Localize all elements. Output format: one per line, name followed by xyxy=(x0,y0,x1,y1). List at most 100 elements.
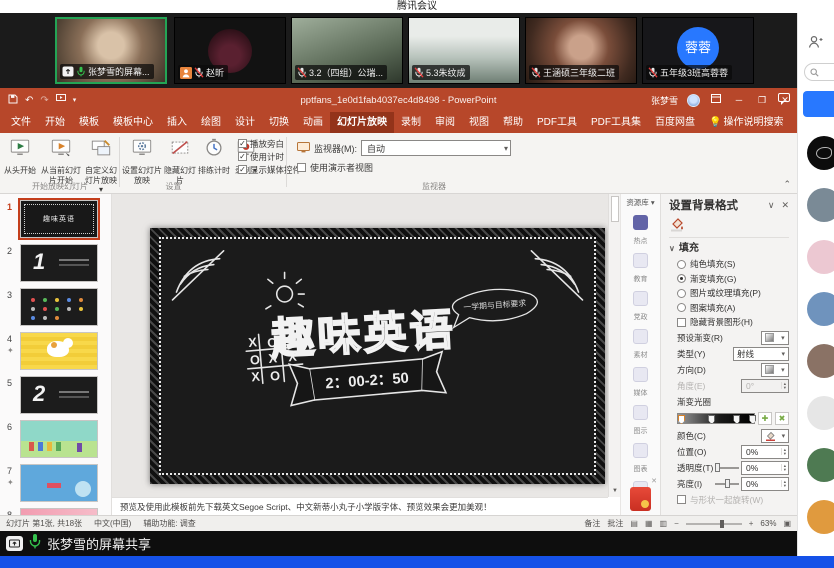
slide-thumbnail[interactable] xyxy=(20,464,98,502)
participant-avatar[interactable] xyxy=(807,344,834,378)
resource-item-5[interactable]: 图示 xyxy=(621,405,660,436)
participant-tile[interactable]: 5.3朱纹成 xyxy=(408,17,520,84)
participant-avatar[interactable] xyxy=(807,396,834,430)
notes-bar[interactable]: 预览及使用此模板前先下载英文Segoe Script、中文新蒂小丸子小学版字体、… xyxy=(112,497,608,515)
paint-bucket-icon[interactable] xyxy=(669,217,685,237)
close-panel-icon[interactable]: ✕ xyxy=(781,200,789,211)
slide-thumbnail[interactable]: 趣味英语 xyxy=(20,200,98,238)
tab-录制[interactable]: 录制 xyxy=(394,112,428,133)
zoom-in-icon[interactable]: + xyxy=(749,519,754,528)
radio-button[interactable] xyxy=(677,303,686,312)
tab-幻灯片放映[interactable]: 幻灯片放映 xyxy=(330,112,394,133)
tab-动画[interactable]: 动画 xyxy=(296,112,330,133)
participant-avatar[interactable] xyxy=(807,240,834,274)
spinner[interactable]: 0%▴▾ xyxy=(741,477,789,491)
type-select[interactable]: 射线▾ xyxy=(733,347,789,361)
fill-section-header[interactable]: ∨填充 xyxy=(669,240,789,257)
resource-item-1[interactable]: 教育 xyxy=(621,253,660,284)
tab-百度网盘[interactable]: 百度网盘 xyxy=(648,112,702,133)
participant-tile[interactable]: 蓉蓉五年级3班高蓉蓉 xyxy=(642,17,754,84)
checkbox[interactable]: ✓ xyxy=(238,165,247,174)
tab-帮助[interactable]: 帮助 xyxy=(496,112,530,133)
spinner[interactable]: 0%▴▾ xyxy=(741,461,789,475)
tab-视图[interactable]: 视图 xyxy=(462,112,496,133)
tab-模板中心[interactable]: 模板中心 xyxy=(106,112,160,133)
minimize-button[interactable]: ─ xyxy=(732,88,746,112)
participant-avatar[interactable] xyxy=(807,136,834,170)
tab-操作说明搜索[interactable]: 💡操作说明搜索 xyxy=(702,112,790,133)
zoom-out-icon[interactable]: − xyxy=(674,519,679,528)
fill-option[interactable]: 图片或纹理填充(P) xyxy=(669,286,789,301)
red-envelope-icon[interactable] xyxy=(630,487,651,511)
spinner[interactable]: 0%▴▾ xyxy=(741,445,789,459)
redo-icon[interactable]: ↷ xyxy=(40,95,48,106)
zoom-level[interactable]: 63% xyxy=(760,519,776,528)
zoom-slider[interactable] xyxy=(686,523,742,525)
tab-切换[interactable]: 切换 xyxy=(262,112,296,133)
participant-avatar[interactable] xyxy=(807,188,834,222)
resource-item-3[interactable]: 素材 xyxy=(621,329,660,360)
checkbox[interactable]: ✓ xyxy=(238,139,247,148)
presenter-view-checkbox[interactable] xyxy=(297,163,306,172)
slide[interactable]: XOO OXX XO 趣味英语 一学期与目标要求 2：00-2：50 xyxy=(150,228,605,484)
fill-option[interactable]: 隐藏背景图形(H) xyxy=(669,315,789,330)
participant-avatar[interactable] xyxy=(807,448,834,482)
radio-button[interactable] xyxy=(677,274,686,283)
ribbon-button[interactable]: 从当前幻灯片开始 xyxy=(38,133,84,185)
checkbox[interactable] xyxy=(677,495,686,504)
comments-toggle[interactable]: 批注 xyxy=(607,518,623,529)
qat-dropdown-icon[interactable]: ▾ xyxy=(73,96,77,104)
reading-view-icon[interactable]: ▥ xyxy=(660,519,668,528)
slide-area-scrollbar[interactable]: ▼ xyxy=(608,194,620,497)
slide-thumbnail[interactable]: 2 xyxy=(20,376,98,414)
checkbox[interactable] xyxy=(677,318,686,327)
fill-option[interactable]: 渐变填充(G) xyxy=(669,272,789,287)
participant-tile[interactable]: 张梦雪的屏幕... xyxy=(55,17,167,84)
slide-sorter-icon[interactable]: ▦ xyxy=(645,519,653,528)
comments-icon[interactable] xyxy=(778,93,790,102)
undo-icon[interactable]: ↶ xyxy=(25,95,33,106)
slide-thumbnail[interactable] xyxy=(20,332,98,370)
tab-绘图[interactable]: 绘图 xyxy=(194,112,228,133)
meeting-action-button[interactable] xyxy=(803,91,834,117)
normal-view-icon[interactable]: ▤ xyxy=(630,519,638,528)
fill-option[interactable]: 图案填充(A) xyxy=(669,301,789,316)
tab-开始[interactable]: 开始 xyxy=(38,112,72,133)
notes-toggle[interactable]: 备注 xyxy=(584,518,600,529)
search-input[interactable] xyxy=(804,63,834,81)
participant-tile[interactable]: 3.2（四组）公瑞... xyxy=(291,17,403,84)
account-name[interactable]: 张梦雪 xyxy=(651,94,678,107)
collapse-ribbon-icon[interactable]: ⌃ xyxy=(783,179,791,190)
slideshow-icon[interactable] xyxy=(56,94,66,106)
resource-item-6[interactable]: 图表 xyxy=(621,443,660,474)
slide-thumbnail[interactable]: 1 xyxy=(20,244,98,282)
add-gradient-stop-icon[interactable]: ✚ xyxy=(758,412,772,425)
gradient-stop-handle[interactable] xyxy=(678,415,685,424)
close-icon[interactable]: ✕ xyxy=(651,477,657,485)
resource-library-header[interactable]: 资源库 ▾ xyxy=(621,194,660,208)
participant-tile[interactable]: 赵昕 xyxy=(174,17,286,84)
ribbon-button[interactable]: 隐藏幻灯片 xyxy=(163,133,197,185)
slide-thumbnail[interactable] xyxy=(20,508,98,515)
monitor-select[interactable]: 自动▾ xyxy=(361,140,511,156)
participant-tile[interactable]: 王涵硕三年级二班 xyxy=(525,17,637,84)
participant-avatar[interactable] xyxy=(807,500,834,534)
tab-PDF工具集[interactable]: PDF工具集 xyxy=(584,112,648,133)
resource-item-4[interactable]: 媒体 xyxy=(621,367,660,398)
slide-thumbnail[interactable] xyxy=(20,420,98,458)
mini-slider[interactable] xyxy=(715,483,739,485)
gradient-stop-bar[interactable] xyxy=(677,413,755,424)
remove-gradient-stop-icon[interactable]: ✖ xyxy=(775,412,789,425)
restore-button[interactable]: ❐ xyxy=(755,88,769,112)
gradient-preset-dropdown[interactable]: ▾ xyxy=(761,331,789,345)
fit-to-window-icon[interactable]: ▣ xyxy=(783,519,791,528)
resource-item-0[interactable]: 热点 xyxy=(621,215,660,246)
tab-设计[interactable]: 设计 xyxy=(228,112,262,133)
mini-slider[interactable] xyxy=(715,467,739,469)
participant-avatar[interactable] xyxy=(807,292,834,326)
tab-文件[interactable]: 文件 xyxy=(4,112,38,133)
radio-button[interactable] xyxy=(677,260,686,269)
ribbon-button[interactable]: 排练计时 xyxy=(197,133,231,176)
tab-审阅[interactable]: 审阅 xyxy=(428,112,462,133)
tab-PDF工具[interactable]: PDF工具 xyxy=(530,112,584,133)
